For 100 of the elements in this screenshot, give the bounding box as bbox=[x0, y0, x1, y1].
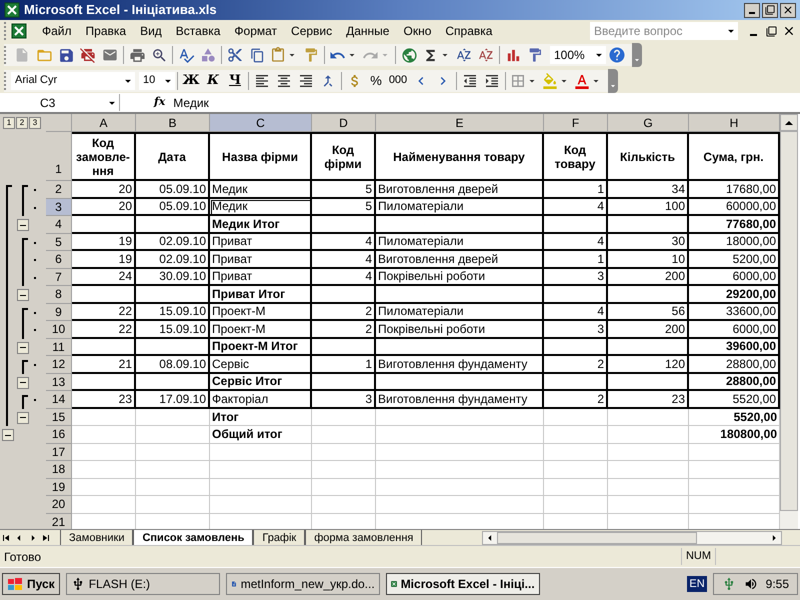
table-cell: 34 bbox=[608, 181, 689, 198]
thousands-button[interactable]: 000 bbox=[386, 72, 410, 89]
row-header[interactable]: 18 bbox=[46, 461, 72, 478]
function-label[interactable]: fx bbox=[154, 94, 166, 111]
table-cell bbox=[312, 374, 376, 391]
table-cell: Сервіс bbox=[210, 356, 312, 374]
bold-button[interactable]: Ж bbox=[180, 70, 202, 90]
row-header[interactable]: 20 bbox=[46, 496, 72, 514]
collapse-button[interactable] bbox=[17, 219, 29, 231]
menu-item[interactable]: Окно bbox=[396, 22, 438, 40]
row-header[interactable]: 5 bbox=[46, 234, 72, 251]
taskbar-button[interactable]: metInform_new_укр.do... bbox=[226, 573, 380, 595]
table-cell: 22 bbox=[72, 321, 136, 338]
column-header[interactable]: H bbox=[689, 114, 780, 132]
column-header[interactable]: F bbox=[544, 114, 608, 132]
menu-item[interactable]: Вид bbox=[133, 22, 169, 40]
menu-item[interactable]: Правка bbox=[78, 22, 134, 40]
column-header[interactable]: E bbox=[376, 114, 544, 132]
row-header[interactable]: 11 bbox=[46, 338, 72, 356]
table-cell: 56 bbox=[608, 304, 689, 321]
close-button[interactable] bbox=[780, 2, 796, 18]
percent-button[interactable]: % bbox=[366, 70, 386, 90]
minimize-icon bbox=[750, 34, 756, 36]
menu-item[interactable]: Вставка bbox=[168, 22, 228, 40]
sheet-tab[interactable]: Замовники bbox=[60, 530, 134, 546]
row-header[interactable]: 21 bbox=[46, 514, 72, 529]
toolbar-options-button[interactable] bbox=[608, 68, 618, 92]
table-cell: 30.09.10 bbox=[136, 268, 210, 286]
row-header[interactable]: 12 bbox=[46, 356, 72, 374]
row-header[interactable]: 17 bbox=[46, 444, 72, 461]
row-header[interactable]: 19 bbox=[46, 478, 72, 496]
font-field[interactable]: Arial Cyr bbox=[11, 72, 135, 90]
row-header[interactable]: 13 bbox=[46, 374, 72, 391]
toolbar-options-button[interactable] bbox=[632, 43, 642, 67]
horizontal-scroll-thumb[interactable] bbox=[497, 532, 697, 544]
minimize-button[interactable] bbox=[744, 2, 760, 18]
table-cell: Проект-М Итог bbox=[210, 338, 312, 356]
formula-field[interactable]: Медик bbox=[173, 94, 209, 112]
menu-item[interactable]: Файл bbox=[35, 22, 79, 40]
row-header[interactable]: 9 bbox=[46, 304, 72, 321]
table-cell: 1 bbox=[544, 251, 608, 268]
italic-button[interactable]: К bbox=[202, 70, 224, 90]
outline-level-button[interactable]: 1 bbox=[3, 117, 15, 129]
column-header[interactable]: G bbox=[608, 114, 689, 132]
restore-button[interactable] bbox=[762, 2, 778, 18]
sheet-tab[interactable]: форма замовлення bbox=[305, 530, 422, 546]
scroll-up-button[interactable] bbox=[780, 114, 798, 131]
magnifier-icon bbox=[150, 46, 168, 64]
collapse-button[interactable] bbox=[17, 342, 29, 354]
table-cell: Приват Итог bbox=[210, 286, 312, 304]
menu-item[interactable]: Справка bbox=[438, 22, 500, 40]
taskbar-button[interactable]: Microsoft Excel - Ініці... bbox=[386, 573, 540, 595]
row-header[interactable]: 6 bbox=[46, 251, 72, 268]
table-cell bbox=[312, 478, 376, 496]
column-header[interactable]: D bbox=[312, 114, 376, 132]
sort-icon bbox=[478, 47, 494, 63]
row-header[interactable]: 14 bbox=[46, 391, 72, 408]
row-header[interactable]: 1 bbox=[46, 132, 72, 181]
taskbar-button[interactable]: FLASH (E:) bbox=[66, 573, 220, 595]
table-cell bbox=[312, 338, 376, 356]
collapse-button[interactable] bbox=[2, 429, 14, 441]
collapse-button[interactable] bbox=[17, 376, 29, 388]
language-indicator[interactable]: EN bbox=[687, 576, 707, 592]
row-header[interactable]: 15 bbox=[46, 408, 72, 426]
name-box[interactable]: C3 bbox=[0, 94, 120, 111]
scroll-thumb[interactable] bbox=[780, 131, 798, 511]
column-header[interactable]: A bbox=[72, 114, 136, 132]
menu-item[interactable]: Данные bbox=[339, 22, 396, 40]
table-cell: Приват bbox=[210, 234, 312, 251]
row-header[interactable]: 7 bbox=[46, 268, 72, 286]
menu-item[interactable]: Сервис bbox=[284, 22, 340, 40]
minus-icon bbox=[5, 434, 11, 436]
zoom-field[interactable]: 100% bbox=[550, 46, 606, 64]
outline-level-button[interactable]: 2 bbox=[16, 117, 28, 129]
row-header[interactable]: 10 bbox=[46, 321, 72, 338]
row-header[interactable]: 4 bbox=[46, 216, 72, 234]
restore-button[interactable] bbox=[764, 24, 778, 38]
row-header[interactable]: 16 bbox=[46, 426, 72, 444]
collapse-button[interactable] bbox=[17, 289, 29, 301]
column-header[interactable]: C bbox=[210, 114, 312, 132]
underline-button[interactable]: Ч bbox=[224, 70, 246, 90]
row-header[interactable]: 2 bbox=[46, 181, 72, 198]
row-header[interactable]: 3 bbox=[46, 198, 72, 216]
table-cell bbox=[544, 496, 608, 514]
outline-bracket bbox=[22, 395, 28, 408]
start-button[interactable]: Пуск bbox=[2, 573, 60, 595]
close-button[interactable] bbox=[782, 24, 796, 38]
sheet-tab[interactable]: Графік bbox=[253, 530, 306, 546]
table-cell bbox=[312, 461, 376, 478]
window-title: Microsoft Excel - Ініціатива.xls bbox=[24, 1, 217, 20]
collapse-button[interactable] bbox=[17, 412, 29, 424]
font-size-field[interactable]: 10 bbox=[139, 72, 175, 90]
menu-item[interactable]: Формат bbox=[227, 22, 284, 40]
sheet-tab[interactable]: Список замовлень bbox=[133, 530, 254, 546]
help-search-field[interactable]: Введите вопрос bbox=[590, 22, 738, 40]
row-header[interactable]: 8 bbox=[46, 286, 72, 304]
table-cell: Медик Итог bbox=[210, 216, 312, 234]
table-cell: 15.09.10 bbox=[136, 304, 210, 321]
column-header[interactable]: B bbox=[136, 114, 210, 132]
outline-level-button[interactable]: 3 bbox=[29, 117, 41, 129]
